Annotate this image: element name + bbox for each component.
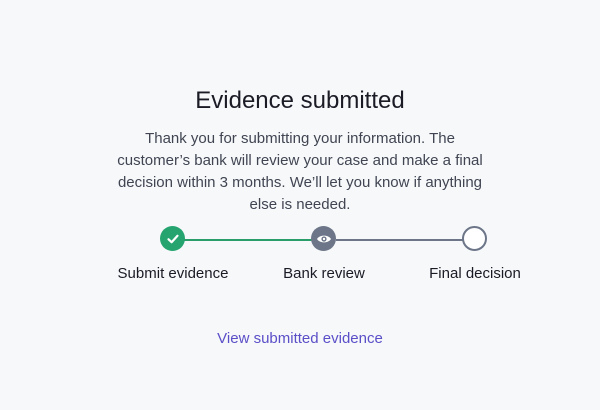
check-icon xyxy=(166,234,179,243)
progress-line-pending xyxy=(336,238,463,241)
view-submitted-evidence-link[interactable]: View submitted evidence xyxy=(217,330,383,347)
step-label-final-decision: Final decision xyxy=(429,265,521,282)
progress-line-completed xyxy=(184,238,312,241)
page-title: Evidence submitted xyxy=(195,87,405,114)
step-bank-review-indicator xyxy=(311,226,336,251)
progress-stepper: Submit evidence Bank review Final decisi… xyxy=(0,226,600,296)
step-label-submit-evidence: Submit evidence xyxy=(117,265,229,282)
step-final-decision-indicator xyxy=(462,226,487,251)
eye-icon xyxy=(316,235,331,242)
view-evidence-container: View submitted evidence xyxy=(0,329,600,349)
step-label-bank-review: Bank review xyxy=(283,265,365,282)
step-submit-evidence-indicator xyxy=(160,226,185,251)
page-description: Thank you for submitting your informatio… xyxy=(117,130,483,213)
